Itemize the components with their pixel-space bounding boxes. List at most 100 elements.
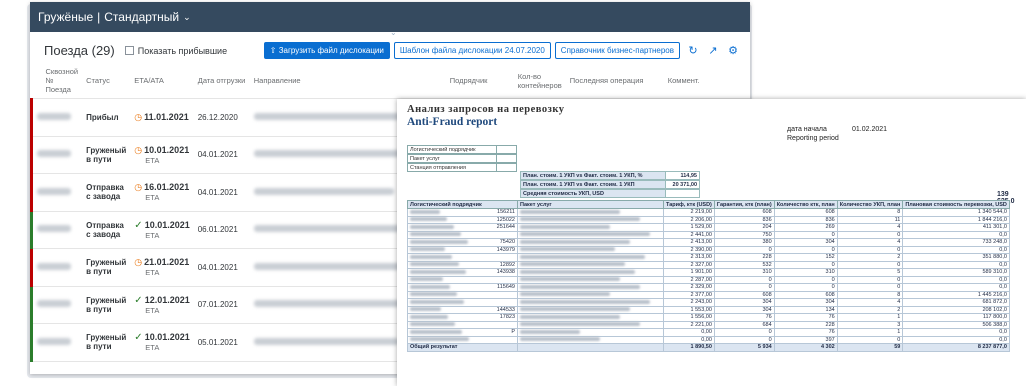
eta-line: ◷ 21.01.2021	[134, 257, 189, 268]
grid-row: 143979 2 390,00 0 0 0 0,0	[407, 245, 1010, 254]
package-cell	[517, 230, 664, 239]
filter-input[interactable]	[497, 154, 517, 163]
contractor-cell: 17823	[407, 313, 518, 322]
export-icon[interactable]: ↗	[706, 44, 720, 57]
filter-row: Логистический подрядчик	[407, 145, 517, 154]
value-cell: 3	[836, 320, 904, 329]
check-icon: ✓	[134, 294, 143, 306]
value-cell: 684	[713, 320, 775, 329]
filter-label: Логистический подрядчик	[407, 145, 497, 154]
chevron-down-icon[interactable]: ⌄	[183, 12, 191, 23]
contractor-cell	[407, 275, 518, 284]
status-cell: Отправка с завода	[82, 211, 131, 249]
grid-header: Пакет услуг	[517, 200, 664, 209]
redacted-text	[520, 239, 630, 244]
package-cell	[517, 290, 664, 299]
contractor-code: 143938	[496, 269, 515, 276]
filter-input[interactable]	[497, 163, 517, 172]
value-cell: 2 329,00	[663, 283, 715, 292]
redacted-text	[410, 224, 454, 229]
upload-dislocation-button[interactable]: ⇧ Загрузить файл дислокации	[263, 42, 390, 59]
refresh-icon[interactable]: ↻	[686, 44, 700, 57]
col-train[interactable]: Сквозной № Поезда	[31, 63, 83, 99]
redacted-text	[37, 337, 71, 345]
value-cell: 0	[773, 245, 838, 254]
contractor-cell: 143938	[407, 268, 518, 277]
business-partners-button[interactable]: Справочник бизнес-партнеров	[554, 42, 680, 59]
filter-input[interactable]	[497, 145, 517, 154]
package-cell	[517, 298, 664, 307]
contractor-cell: 75420	[407, 238, 518, 247]
dislocation-template-button[interactable]: Шаблон файла дислокации 24.07.2020	[393, 42, 551, 59]
col-comment[interactable]: Коммент.	[663, 63, 750, 99]
value-cell: 11	[836, 215, 904, 224]
eta-date: 21.01.2021	[144, 257, 190, 268]
show-arrived-checkbox[interactable]	[124, 46, 134, 55]
grid-header: Логистический подрядчик	[407, 200, 518, 209]
value-cell: 2 219,00	[663, 208, 715, 217]
package-cell	[517, 313, 664, 322]
contractor-cell: P	[407, 328, 518, 337]
ship-date-cell: 07.01.2021	[193, 286, 250, 324]
value-cell: 228	[773, 320, 838, 329]
eta-date: 12.01.2021	[144, 294, 190, 305]
filter-label: Станция отправления	[407, 163, 497, 172]
value-cell: 0	[713, 275, 775, 284]
contractor-code: 17823	[499, 314, 515, 321]
value-cell: 380	[713, 238, 775, 247]
value-cell: 0	[836, 230, 904, 239]
col-direction[interactable]: Направление	[249, 63, 446, 99]
gear-icon[interactable]: ⚙	[726, 44, 740, 57]
value-cell: 117 800,0	[902, 313, 1010, 322]
eta-date: 10.01.2021	[144, 219, 190, 230]
check-icon: ✓	[134, 219, 143, 231]
value-cell: 750	[713, 230, 775, 239]
value-cell: 506 388,0	[902, 320, 1010, 329]
value-cell: 304	[713, 305, 775, 314]
eta-type: ETA	[145, 155, 160, 165]
value-cell: 269	[773, 223, 838, 232]
filter-label: Пакет услуг	[407, 154, 497, 163]
redacted-text	[520, 314, 620, 319]
contractor-code: 144533	[496, 306, 515, 313]
clock-icon: ◷	[134, 182, 143, 193]
value-cell: 304	[773, 298, 838, 307]
collapse-header-icon[interactable]: ⌄	[390, 28, 397, 37]
grid-row: 12892 2 327,00 532 0 0 0,0	[407, 260, 1010, 269]
clock-icon: ◷	[134, 257, 143, 268]
total-value: 5 934	[713, 343, 775, 352]
variant-selector[interactable]: Стандартный	[104, 10, 179, 24]
col-containers[interactable]: Кол-во контейнеров	[513, 63, 566, 99]
col-eta[interactable]: ETA/ATA	[130, 63, 194, 99]
grid-row: 0,00 0 397 0 0,0	[407, 335, 1010, 344]
value-cell: 4	[836, 223, 904, 232]
train-number-cell	[30, 136, 83, 174]
status-cell: Груженый в пути	[82, 323, 131, 362]
redacted-text	[410, 277, 443, 282]
value-cell: 5	[836, 268, 904, 277]
eta-line: ✓ 10.01.2021	[134, 332, 189, 343]
value-cell: 411 301,0	[902, 223, 1010, 232]
grid-row: 17823 1 556,00 76 76 1 117 800,0	[407, 313, 1010, 322]
value-cell: 2 377,00	[663, 290, 715, 299]
value-cell: 608	[713, 290, 775, 299]
col-ship-date[interactable]: Дата отгрузки	[193, 63, 250, 99]
redacted-text	[410, 269, 466, 274]
col-contractor[interactable]: Подрядчик	[445, 63, 514, 99]
redacted-text	[410, 209, 440, 214]
col-status[interactable]: Статус	[82, 63, 131, 99]
train-number-cell	[30, 173, 83, 212]
ship-date-cell: 04.01.2021	[193, 136, 250, 174]
value-cell: 0	[773, 283, 838, 292]
col-last-op[interactable]: Последняя операция	[565, 63, 664, 99]
eta-date: 11.01.2021	[144, 111, 189, 122]
status-text: Груженый в пути	[86, 333, 127, 352]
eta-cell: ✓ 10.01.2021 ETA	[130, 211, 194, 249]
total-value: 1 890,50	[663, 343, 715, 352]
value-cell: 2	[836, 253, 904, 262]
status-cell: Груженый в пути	[82, 248, 131, 287]
total-value: 8 237 877,0	[902, 343, 1010, 352]
grid-total-row: Общий результат 1 890,50 5 934 4 302 59 8 237…	[407, 343, 1010, 352]
value-cell: 2 243,00	[663, 298, 715, 307]
contractor-code: 156211	[497, 209, 515, 216]
